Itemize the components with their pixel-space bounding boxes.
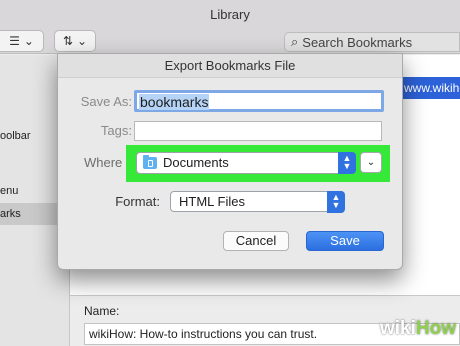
expand-browser-button[interactable]: ⌄: [360, 152, 382, 173]
folder-icon: [143, 155, 157, 169]
format-value: HTML Files: [179, 194, 245, 209]
sidebar-item-label: oolbar: [0, 130, 31, 142]
search-icon: ⌕: [291, 34, 299, 49]
chevron-down-icon: ⌄: [366, 157, 376, 168]
chevron-down-icon: ⌄: [23, 34, 34, 48]
format-popup[interactable]: HTML Files ▲ ▼: [170, 191, 345, 213]
search-bookmarks-input[interactable]: ⌕ Search Bookmarks: [284, 32, 460, 52]
dialog-title: Export Bookmarks File: [58, 54, 402, 78]
wikihow-watermark: wikiHow: [380, 318, 456, 340]
search-placeholder: Search Bookmarks: [302, 34, 413, 50]
chevron-down-icon: ⌄: [77, 34, 88, 48]
cancel-button[interactable]: Cancel: [223, 231, 289, 251]
popup-arrows-icon: ▲ ▼: [338, 152, 356, 174]
save-as-value: bookmarks: [139, 94, 210, 110]
save-button[interactable]: Save: [306, 231, 384, 251]
watermark-part1: wiki: [380, 318, 416, 339]
selected-bookmark-row[interactable]: www.wikihov: [400, 77, 460, 99]
tags-label: Tags:: [100, 123, 132, 138]
save-as-field[interactable]: bookmarks: [134, 90, 384, 112]
import-export-button[interactable]: ⇅ ⌄: [54, 30, 96, 52]
export-bookmarks-dialog: Export Bookmarks File Save As: bookmarks…: [57, 53, 403, 270]
tags-field[interactable]: [134, 121, 382, 141]
sidebar-item-label: arks: [0, 208, 21, 220]
name-label: Name:: [84, 304, 120, 318]
watermark-part2: How: [415, 318, 457, 339]
list-icon: ☰: [9, 34, 20, 48]
sidebar-item-label: enu: [0, 185, 19, 197]
library-toolbar: ☰ ⌄ ⇅ ⌄ ⌕ Search Bookmarks: [0, 30, 460, 54]
format-label: Format:: [115, 194, 160, 209]
organize-button[interactable]: ☰ ⌄: [0, 30, 44, 52]
where-location-popup[interactable]: Documents ▲ ▼: [136, 152, 356, 174]
sort-arrows-icon: ⇅: [62, 34, 73, 48]
where-value: Documents: [163, 155, 229, 170]
library-title: Library: [0, 0, 460, 30]
popup-arrows-icon: ▲ ▼: [327, 191, 345, 213]
save-as-label: Save As:: [80, 94, 132, 109]
